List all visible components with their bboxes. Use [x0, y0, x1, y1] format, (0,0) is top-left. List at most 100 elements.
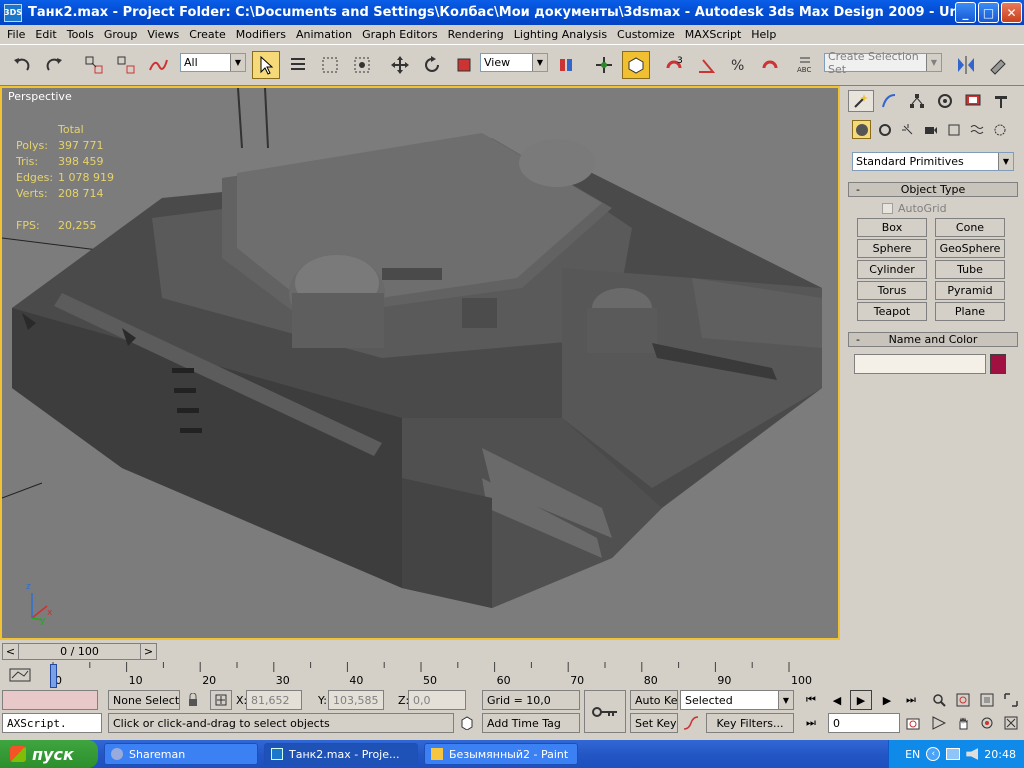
menu-modifiers[interactable]: Modifiers [231, 28, 291, 41]
window-crossing-icon[interactable] [348, 51, 376, 79]
maxscript-mini-listener[interactable]: AXScript. [2, 713, 102, 733]
sphere-button[interactable]: Sphere [857, 239, 927, 258]
key-mode-dropdown[interactable]: Selected ▼ [680, 690, 794, 710]
orbit-icon[interactable] [976, 713, 998, 733]
play-animation-icon[interactable]: ▶ [850, 690, 872, 710]
select-and-rotate-icon[interactable] [418, 51, 446, 79]
zoom-extents-all-icon[interactable] [1000, 690, 1022, 710]
lock-selection-icon[interactable] [182, 690, 204, 710]
utilities-tab-icon[interactable] [988, 90, 1014, 112]
menu-group[interactable]: Group [99, 28, 143, 41]
select-by-name-icon[interactable] [284, 51, 312, 79]
network-icon[interactable] [946, 748, 961, 760]
menu-file[interactable]: File [2, 28, 30, 41]
menu-customize[interactable]: Customize [612, 28, 680, 41]
mirror-icon[interactable] [952, 51, 980, 79]
object-name-input[interactable] [854, 354, 986, 374]
align-icon[interactable] [984, 51, 1012, 79]
current-frame-marker[interactable] [50, 664, 57, 688]
track-bar[interactable]: 0 10 20 30 40 50 60 70 80 90 100 [0, 662, 840, 688]
create-tab-icon[interactable] [848, 90, 874, 112]
tube-button[interactable]: Tube [935, 260, 1005, 279]
current-frame-field[interactable]: 0 [828, 713, 900, 733]
torus-button[interactable]: Torus [857, 281, 927, 300]
object-type-rollout-header[interactable]: - Object Type [848, 182, 1018, 197]
go-to-end-icon[interactable]: ⏭ [900, 690, 922, 710]
snaps-toggle-icon[interactable]: 3 [660, 51, 688, 79]
mini-curve-editor-icon[interactable] [8, 666, 34, 684]
menu-graph-editors[interactable]: Graph Editors [357, 28, 443, 41]
helpers-icon[interactable] [944, 120, 963, 139]
menu-edit[interactable]: Edit [30, 28, 61, 41]
named-selection-set-dropdown[interactable]: Create Selection Set ▼ [824, 50, 942, 76]
menu-help[interactable]: Help [746, 28, 781, 41]
set-key-mode-icon[interactable] [584, 690, 626, 733]
perspective-viewport[interactable]: Perspective Total Polys: 397 771 Tris: 398… [0, 86, 840, 640]
set-key-button[interactable]: Set Key [630, 713, 678, 733]
menu-maxscript[interactable]: MAXScript [680, 28, 746, 41]
select-and-manipulate-icon[interactable] [590, 51, 618, 79]
previous-frame-icon[interactable]: ◀ [826, 690, 848, 710]
y-coordinate-field[interactable]: 103,585 [328, 690, 384, 710]
pivot-center-icon[interactable] [552, 51, 580, 79]
undo-icon[interactable] [8, 51, 36, 79]
select-and-link-icon[interactable] [80, 51, 108, 79]
go-to-start-icon[interactable]: ⏮ [800, 690, 822, 710]
name-and-color-rollout-header[interactable]: - Name and Color [848, 332, 1018, 347]
absolute-mode-transform-icon[interactable] [210, 690, 232, 710]
pan-view-icon[interactable] [952, 713, 974, 733]
display-tab-icon[interactable] [960, 90, 986, 112]
geometry-icon[interactable] [852, 120, 871, 139]
auto-key-button[interactable]: Auto Key [630, 690, 678, 710]
cameras-icon[interactable] [921, 120, 940, 139]
menu-rendering[interactable]: Rendering [443, 28, 509, 41]
keyboard-shortcut-override-icon[interactable] [622, 51, 650, 79]
taskbar-item-paint[interactable]: Безымянный2 - Paint [424, 743, 578, 765]
x-coordinate-field[interactable]: 81,652 [246, 690, 302, 710]
prev-frame-arrow[interactable]: < [3, 643, 19, 660]
lights-icon[interactable] [898, 120, 917, 139]
menu-tools[interactable]: Tools [62, 28, 99, 41]
redo-icon[interactable] [40, 51, 68, 79]
next-frame-arrow[interactable]: > [140, 643, 156, 660]
named-selection-sets-icon[interactable]: ABC [792, 51, 820, 79]
zoom-extents-icon[interactable] [976, 690, 998, 710]
percent-snap-icon[interactable]: % [724, 51, 752, 79]
key-filters-button[interactable]: Key Filters... [706, 713, 794, 733]
modify-tab-icon[interactable] [876, 90, 902, 112]
teapot-button[interactable]: Teapot [857, 302, 927, 321]
field-of-view-icon[interactable] [928, 713, 950, 733]
hierarchy-tab-icon[interactable] [904, 90, 930, 112]
close-button[interactable]: ✕ [1001, 2, 1022, 23]
select-and-move-icon[interactable] [386, 51, 414, 79]
maximize-button[interactable]: □ [978, 2, 999, 23]
zoom-all-icon[interactable] [952, 690, 974, 710]
time-slider[interactable]: 0 / 100 [2, 643, 157, 660]
pyramid-button[interactable]: Pyramid [935, 281, 1005, 300]
maximize-viewport-icon[interactable] [1000, 713, 1022, 733]
zoom-icon[interactable] [928, 690, 950, 710]
menu-create[interactable]: Create [184, 28, 231, 41]
start-button[interactable]: пуск [0, 740, 98, 768]
cone-button[interactable]: Cone [935, 218, 1005, 237]
systems-icon[interactable] [990, 120, 1009, 139]
time-tag-icon[interactable] [456, 713, 478, 733]
key-mode-toggle-icon[interactable]: ⏭ [800, 713, 822, 733]
plane-button[interactable]: Plane [935, 302, 1005, 321]
volume-icon[interactable] [966, 748, 979, 760]
bind-to-space-warp-icon[interactable] [144, 51, 172, 79]
time-configuration-icon[interactable] [902, 713, 924, 733]
autogrid-checkbox[interactable]: AutoGrid [882, 202, 947, 215]
reference-coordinate-dropdown[interactable]: View ▼ [480, 53, 548, 72]
shapes-icon[interactable] [875, 120, 894, 139]
tray-arrow-icon[interactable]: ‹ [926, 747, 941, 761]
menu-views[interactable]: Views [142, 28, 184, 41]
geosphere-button[interactable]: GeoSphere [935, 239, 1005, 258]
viewport-label[interactable]: Perspective [8, 90, 72, 103]
rectangular-selection-icon[interactable] [316, 51, 344, 79]
menu-animation[interactable]: Animation [291, 28, 357, 41]
spinner-snap-icon[interactable] [756, 51, 784, 79]
box-button[interactable]: Box [857, 218, 927, 237]
default-tangent-icon[interactable] [680, 713, 702, 733]
selection-filter-dropdown[interactable]: All ▼ [180, 53, 246, 72]
